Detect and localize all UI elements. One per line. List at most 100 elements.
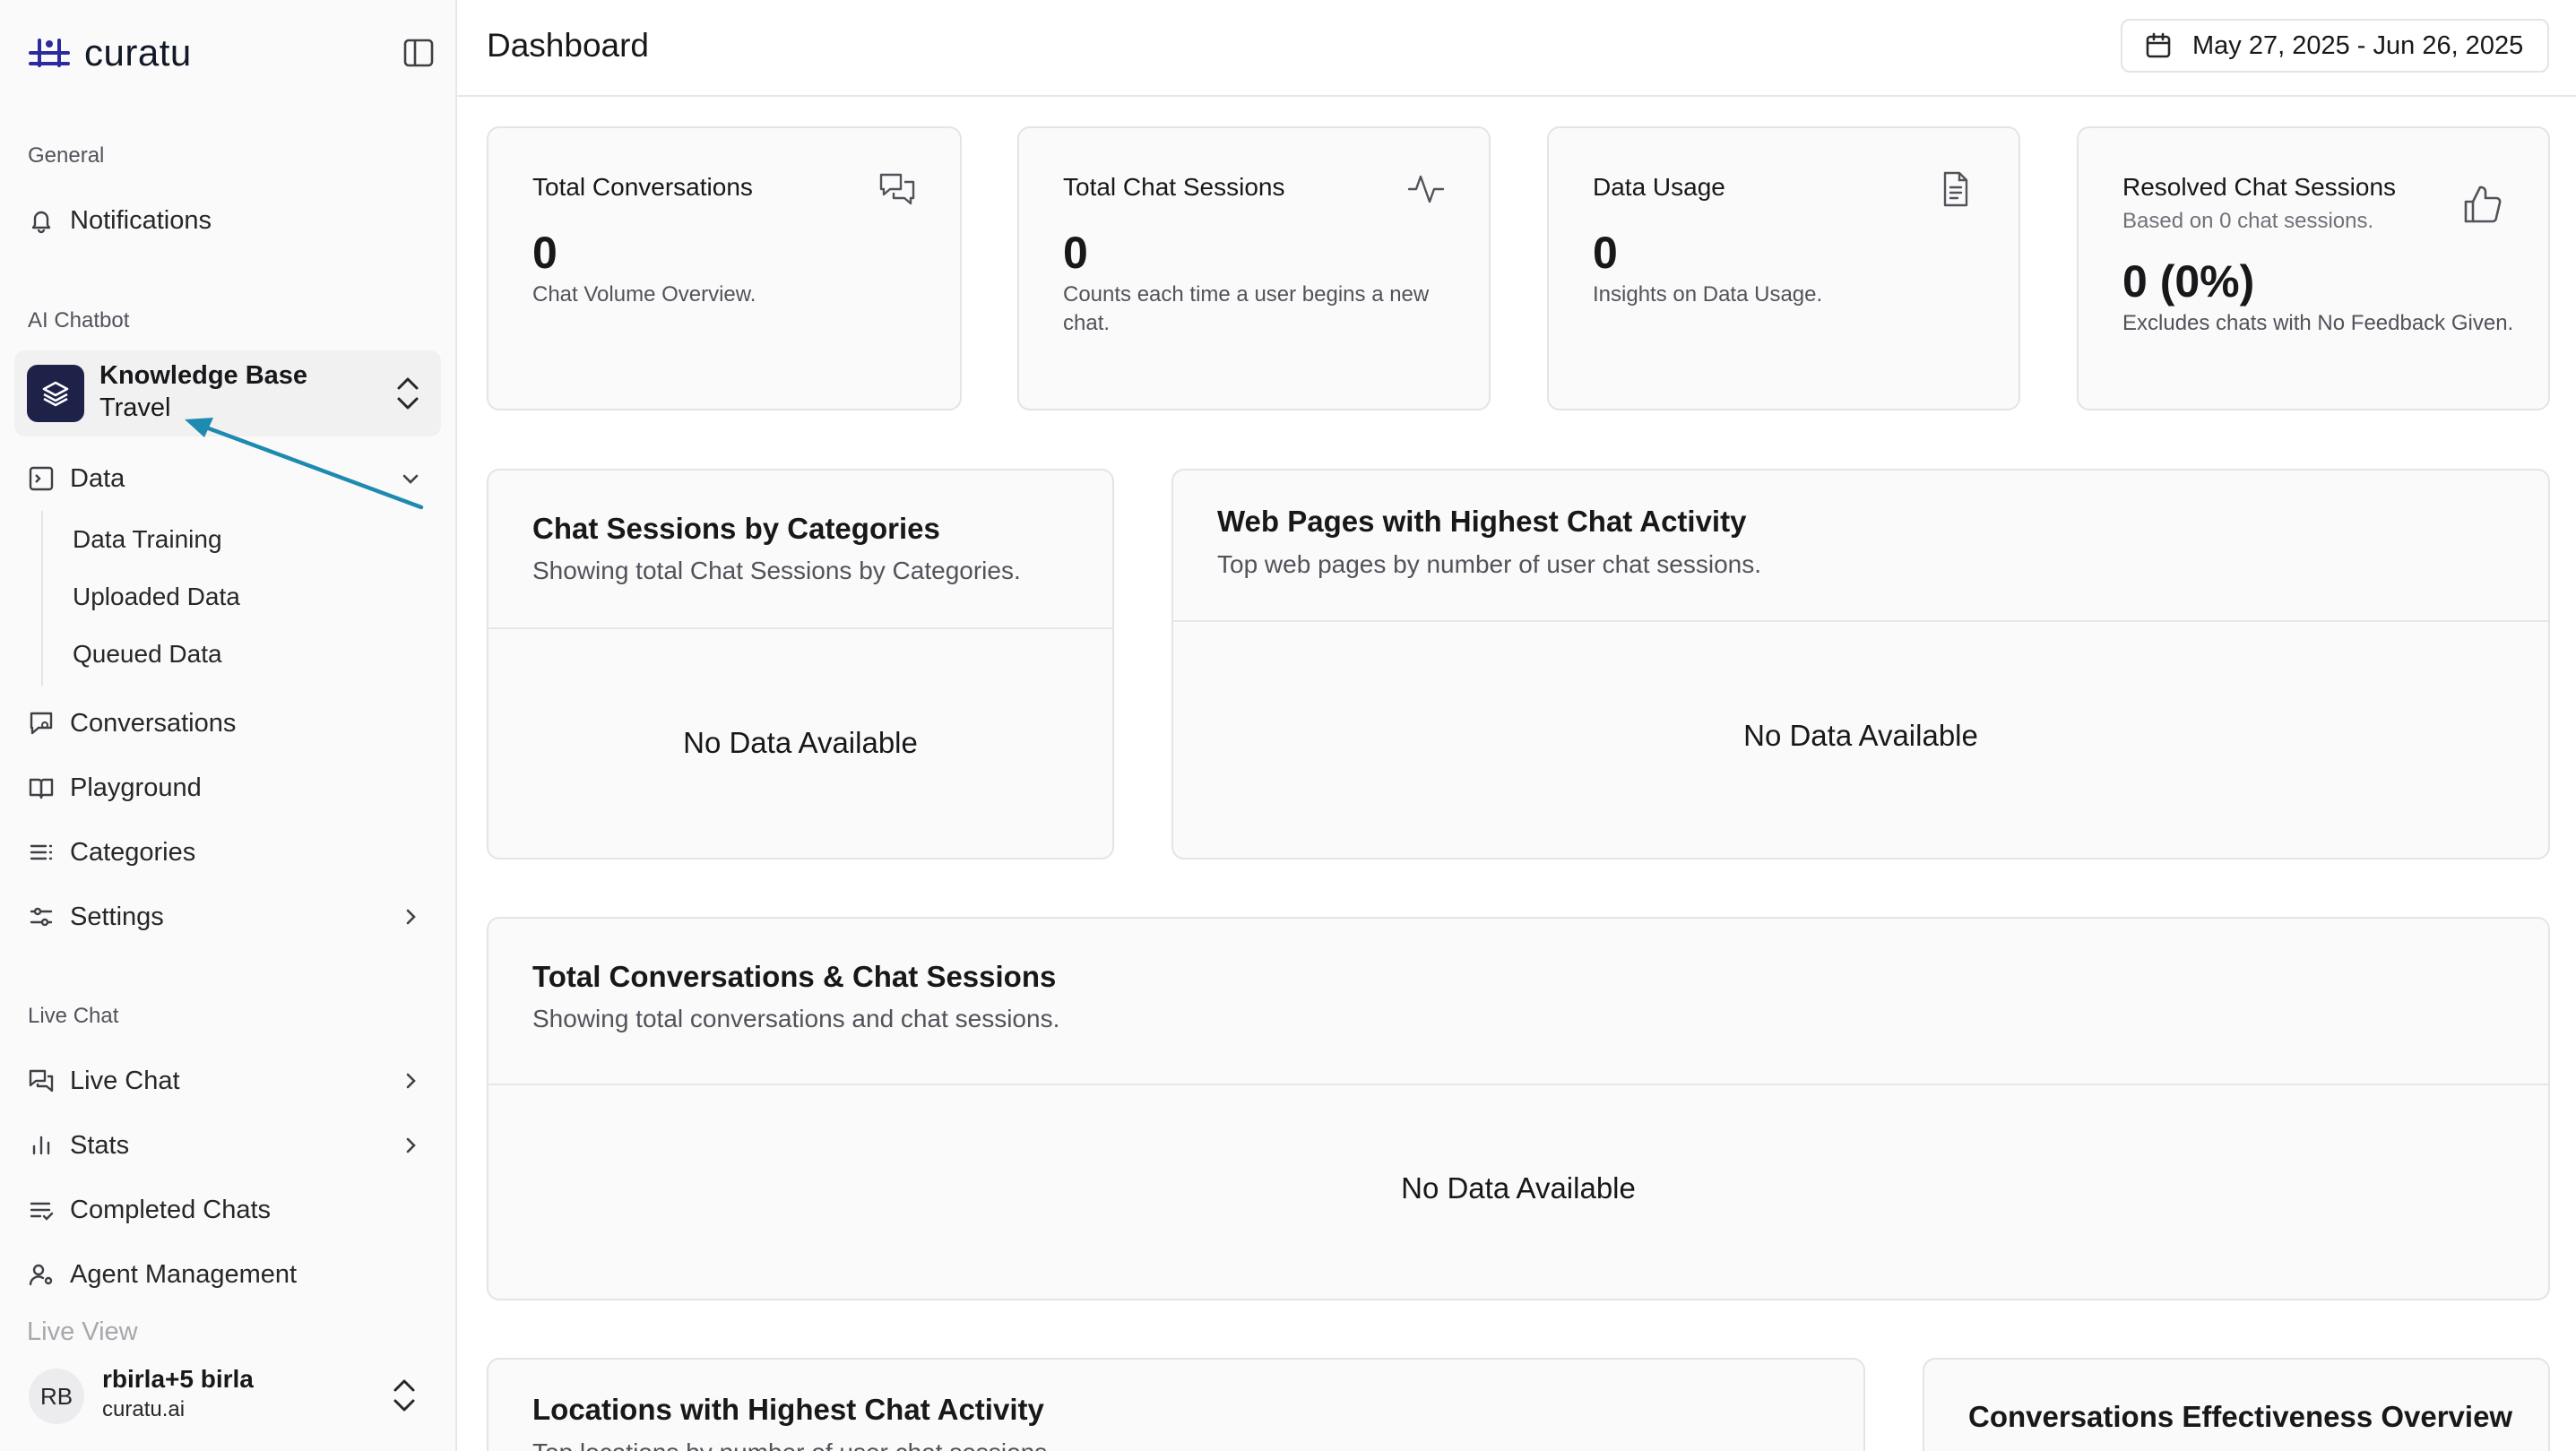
- stat-title: Data Usage: [1593, 173, 1725, 201]
- brand-row: curatu: [27, 30, 435, 75]
- empty-state: No Data Available: [1743, 719, 1978, 752]
- layers-icon: [27, 365, 84, 422]
- panel-title: Chat Sessions by Categories: [532, 512, 940, 545]
- stat-card-resolved-chat-sessions: Resolved Chat Sessions Based on 0 chat s…: [2077, 126, 2550, 410]
- sidebar-item-label: Agent Management: [70, 1259, 298, 1289]
- user-email: curatu.ai: [102, 1397, 186, 1421]
- brand-name: curatu: [84, 31, 192, 73]
- panel-title: Total Conversations & Chat Sessions: [532, 960, 1057, 993]
- stat-value: 0: [532, 228, 558, 278]
- chevron-right-icon: [406, 1137, 416, 1153]
- stat-based-on: Based on 0 chat sessions.: [2122, 209, 2374, 233]
- sidebar-item-notifications[interactable]: Notifications: [27, 199, 432, 242]
- panel-title: Locations with Highest Chat Activity: [532, 1393, 1044, 1426]
- user-cog-icon: [27, 1260, 56, 1289]
- sliders-icon: [27, 903, 56, 931]
- stat-title: Resolved Chat Sessions: [2122, 173, 2397, 201]
- list-check-icon: [27, 1196, 56, 1224]
- document-icon: [1943, 171, 1968, 207]
- stat-title: Total Chat Sessions: [1063, 173, 1285, 201]
- sidebar-item-label: Live Chat: [70, 1066, 180, 1095]
- group-label-ai-chatbot: AI Chatbot: [28, 308, 130, 333]
- stat-card-total-chat-sessions: Total Chat Sessions 0 Counts each time a…: [1017, 126, 1491, 410]
- panel-subtitle: Showing total Chat Sessions by Categorie…: [532, 557, 1021, 584]
- chevron-right-icon: [406, 1073, 416, 1089]
- stat-card-total-conversations: Total Conversations 0 Chat Volume Overvi…: [487, 126, 962, 410]
- avatar: RB: [29, 1369, 84, 1424]
- sidebar-item-label: Categories: [70, 837, 196, 867]
- sidebar-item-live-view[interactable]: Live View: [27, 1317, 138, 1347]
- sidebar-item-playground[interactable]: Playground: [27, 766, 432, 809]
- panel-title: Web Pages with Highest Chat Activity: [1217, 505, 1747, 538]
- knowledge-base-switcher[interactable]: Knowledge Base Travel: [14, 350, 441, 436]
- panel-locations-highest-activity: Locations with Highest Chat Activity Top…: [487, 1358, 1865, 1451]
- sidebar-item-label: Settings: [70, 902, 164, 931]
- date-range-picker[interactable]: May 27, 2025 - Jun 26, 2025: [2121, 19, 2549, 73]
- bar-chart-icon: [27, 1131, 56, 1160]
- list-icon: [27, 838, 56, 867]
- sidebar: curatu General Notifications AI Chatbot …: [0, 0, 457, 1451]
- stat-description: Excludes chats with No Feedback Given.: [2122, 311, 2514, 335]
- panel-title: Conversations Effectiveness Overview: [1968, 1400, 2513, 1433]
- sidebar-item-label: Completed Chats: [70, 1195, 272, 1224]
- stat-value: 0 (0%): [2122, 256, 2255, 307]
- curatu-logo-icon: [29, 39, 70, 67]
- sidebar-item-label: Playground: [70, 773, 202, 802]
- panel-total-conversations-chat-sessions: Total Conversations & Chat Sessions Show…: [487, 917, 2550, 1300]
- stat-card-data-usage: Data Usage 0 Insights on Data Usage.: [1547, 126, 2020, 410]
- sidebar-item-label: Data: [70, 463, 125, 493]
- sidebar-item-live-chat[interactable]: Live Chat: [27, 1059, 432, 1102]
- sidebar-item-completed-chats[interactable]: Completed Chats: [27, 1188, 432, 1231]
- group-label-live-chat: Live Chat: [28, 1004, 119, 1028]
- date-range-label: May 27, 2025 - Jun 26, 2025: [2192, 30, 2524, 60]
- terminal-square-icon: [27, 464, 56, 493]
- user-name: rbirla+5 birla: [102, 1365, 254, 1393]
- knowledge-base-subtitle: Travel: [99, 393, 171, 422]
- panel-subtitle: Showing total conversations and chat ses…: [532, 1005, 1060, 1032]
- chevron-down-icon: [402, 474, 419, 484]
- calendar-icon: [2146, 32, 2171, 58]
- page-title: Dashboard: [487, 27, 650, 64]
- sidebar-item-label: Notifications: [70, 205, 212, 235]
- empty-state: No Data Available: [683, 726, 918, 759]
- stat-title: Total Conversations: [532, 173, 753, 201]
- panel-web-pages-highest-activity: Web Pages with Highest Chat Activity Top…: [1171, 469, 2550, 859]
- panel-header: Web Pages with Highest Chat Activity Top…: [1173, 471, 2548, 622]
- sidebar-subitem-queued-data[interactable]: Queued Data: [73, 635, 222, 674]
- group-label-general: General: [28, 143, 105, 168]
- activity-icon: [1407, 175, 1445, 203]
- sidebar-item-conversations[interactable]: Conversations: [27, 702, 432, 745]
- sidebar-item-agent-management[interactable]: Agent Management: [27, 1253, 432, 1296]
- sidebar-subitem-uploaded-data[interactable]: Uploaded Data: [73, 577, 240, 617]
- sidebar-item-label: Stats: [70, 1130, 130, 1160]
- stat-description: Chat Volume Overview.: [532, 282, 756, 307]
- messages-icon: [27, 1067, 56, 1095]
- panel-subtitle: Top locations by number of user chat ses…: [532, 1438, 1054, 1451]
- book-open-icon: [27, 773, 56, 802]
- panel-conversations-effectiveness: Conversations Effectiveness Overview: [1923, 1358, 2550, 1451]
- stat-value: 0: [1593, 228, 1618, 278]
- sidebar-toggle-icon[interactable]: [402, 38, 435, 68]
- user-menu[interactable]: RB rbirla+5 birla curatu.ai: [0, 1349, 455, 1438]
- sidebar-item-settings[interactable]: Settings: [27, 895, 432, 938]
- panel-subtitle: Top web pages by number of user chat ses…: [1217, 550, 1762, 578]
- chevrons-up-down-icon: [397, 377, 419, 410]
- chat-bubbles-icon: [879, 173, 915, 205]
- sidebar-subitem-data-training[interactable]: Data Training: [73, 520, 222, 559]
- stat-description: Insights on Data Usage.: [1593, 282, 1823, 307]
- sidebar-item-label: Conversations: [70, 708, 237, 738]
- thumbs-up-icon: [2464, 186, 2502, 223]
- stat-description: Counts each time a user begins a new cha…: [1063, 282, 1430, 335]
- panel-header: Total Conversations & Chat Sessions Show…: [488, 919, 2548, 1085]
- sidebar-item-data[interactable]: Data: [27, 457, 432, 500]
- chevrons-up-down-icon: [393, 1379, 415, 1412]
- panel-chat-sessions-by-categories: Chat Sessions by Categories Showing tota…: [487, 469, 1114, 859]
- top-bar: Dashboard May 27, 2025 - Jun 26, 2025: [457, 0, 2576, 97]
- chevron-right-icon: [406, 909, 416, 925]
- empty-state: No Data Available: [1401, 1171, 1636, 1205]
- sidebar-item-stats[interactable]: Stats: [27, 1124, 432, 1167]
- bell-icon: [27, 206, 56, 235]
- knowledge-base-title: Knowledge Base: [99, 361, 308, 390]
- sidebar-item-categories[interactable]: Categories: [27, 831, 432, 874]
- panel-header: Chat Sessions by Categories Showing tota…: [488, 471, 1112, 629]
